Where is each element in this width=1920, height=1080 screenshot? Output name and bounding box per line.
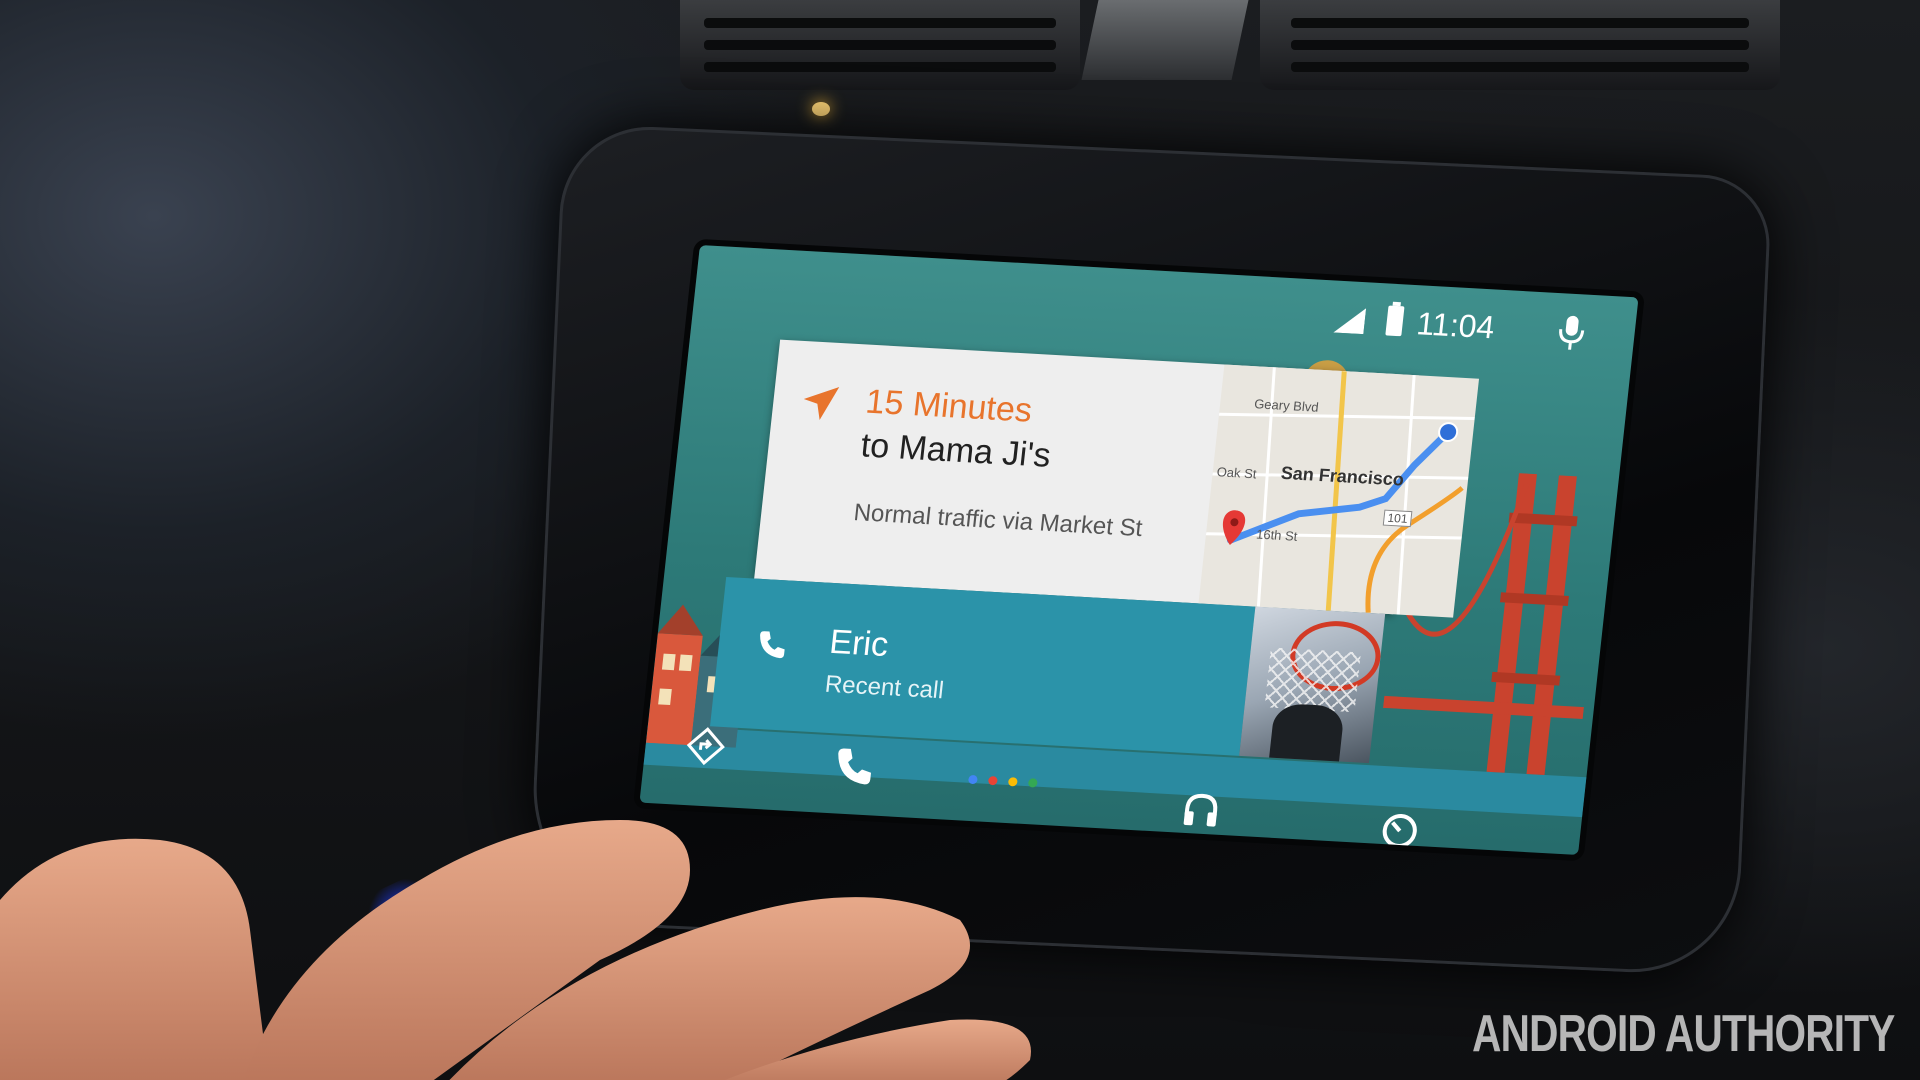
navigation-arrow-icon [803, 386, 840, 420]
caller-name: Eric [827, 622, 891, 665]
destination-text: to Mama Ji's [859, 426, 1053, 475]
contact-photo [1239, 606, 1386, 764]
map-graphic [1205, 367, 1475, 615]
watermark: ANDROID AUTHORITY [1471, 1005, 1895, 1063]
highway-shield: 101 [1382, 509, 1413, 528]
navigation-card[interactable]: 15 Minutes to Mama Ji's Normal traffic v… [754, 339, 1480, 618]
route-map[interactable]: Geary Blvd San Francisco Oak St 16th St … [1198, 364, 1480, 618]
hand-illustration [0, 820, 1031, 1080]
call-subtitle: Recent call [823, 670, 946, 705]
clock: 11:04 [1414, 305, 1497, 346]
air-vent-left [680, 0, 1080, 90]
car-interior-background: 11:04 15 Minutes to Mama Ji's Normal tra… [0, 0, 1920, 1080]
phone-icon [760, 631, 785, 659]
headphones-icon[interactable] [1179, 789, 1223, 831]
battery-icon [1385, 305, 1405, 337]
hazard-led [812, 102, 830, 116]
mic-icon[interactable] [1552, 313, 1590, 353]
eta-text: 15 Minutes [863, 382, 1034, 430]
signal-icon [1333, 308, 1367, 335]
net-image-detail [1264, 647, 1361, 713]
map-street-label: 16th St [1255, 526, 1299, 544]
traffic-text: Normal traffic via Market St [852, 499, 1144, 543]
map-street-label: Oak St [1215, 464, 1258, 482]
air-vent-right [1260, 0, 1780, 90]
vent-divider [1081, 0, 1249, 80]
